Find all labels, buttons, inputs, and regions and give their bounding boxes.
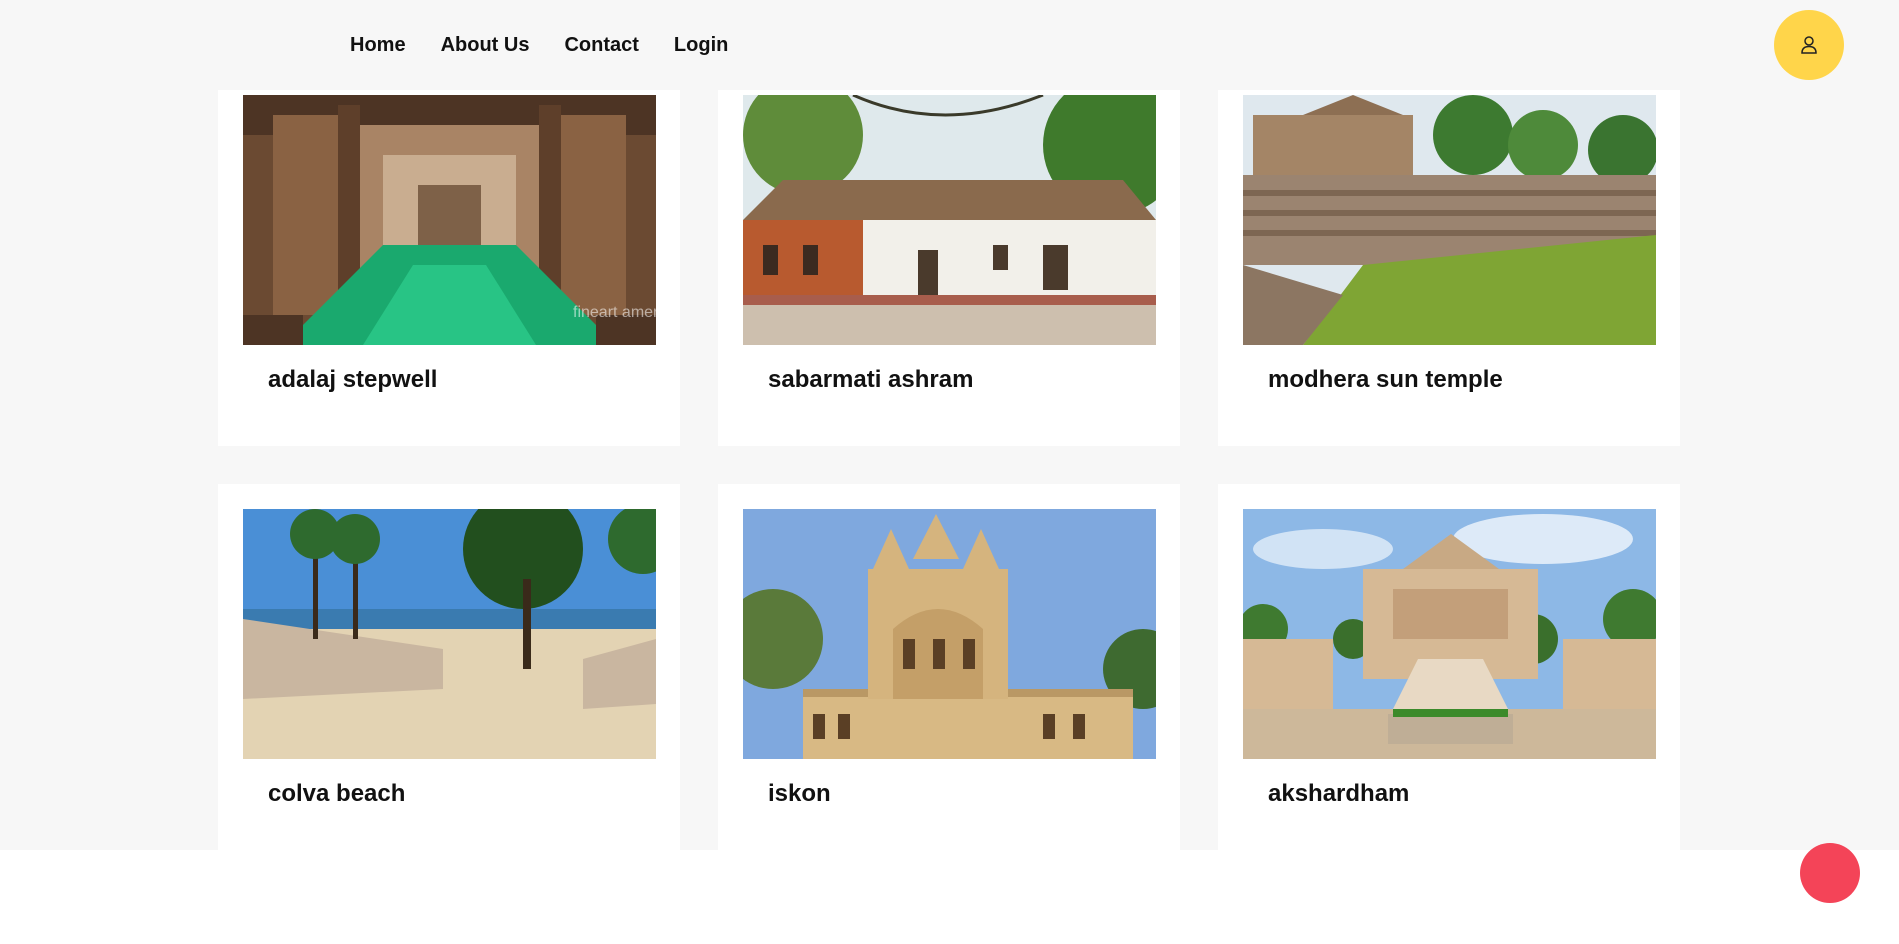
place-card[interactable]: colva beach: [218, 484, 680, 850]
chat-widget-button[interactable]: [1800, 843, 1860, 903]
place-card[interactable]: sabarmati ashram: [718, 70, 1180, 446]
beach-photo: [243, 509, 656, 759]
nav-home-link[interactable]: Home: [350, 34, 406, 57]
akshardham-photo: [1243, 509, 1656, 759]
main-nav: Home About Us Contact Login: [350, 0, 728, 90]
card-title: akshardham: [1268, 780, 1410, 807]
place-card[interactable]: fineart america adalaj stepwell: [218, 70, 680, 446]
card-title: adalaj stepwell: [268, 366, 438, 393]
user-icon: [1801, 36, 1817, 54]
watermark-text: fineart america: [573, 304, 656, 321]
card-title: modhera sun temple: [1268, 366, 1503, 393]
user-account-button[interactable]: [1774, 10, 1844, 80]
place-card[interactable]: akshardham: [1218, 484, 1680, 850]
stepwell-photo: fineart america: [243, 95, 656, 345]
nav-contact-link[interactable]: Contact: [564, 34, 638, 57]
site-header: Home About Us Contact Login: [0, 0, 1899, 90]
place-card[interactable]: iskon: [718, 484, 1180, 850]
sun-temple-photo: [1243, 95, 1656, 345]
card-title: colva beach: [268, 780, 406, 807]
card-title: iskon: [768, 780, 831, 807]
nav-about-link[interactable]: About Us: [441, 34, 530, 57]
place-card[interactable]: modhera sun temple: [1218, 70, 1680, 446]
ashram-photo: [743, 95, 1156, 345]
card-title: sabarmati ashram: [768, 366, 974, 393]
nav-login-link[interactable]: Login: [674, 34, 728, 57]
page-viewport: Home About Us Contact Login fineart amer…: [0, 0, 1899, 850]
iskcon-temple-photo: [743, 509, 1156, 759]
